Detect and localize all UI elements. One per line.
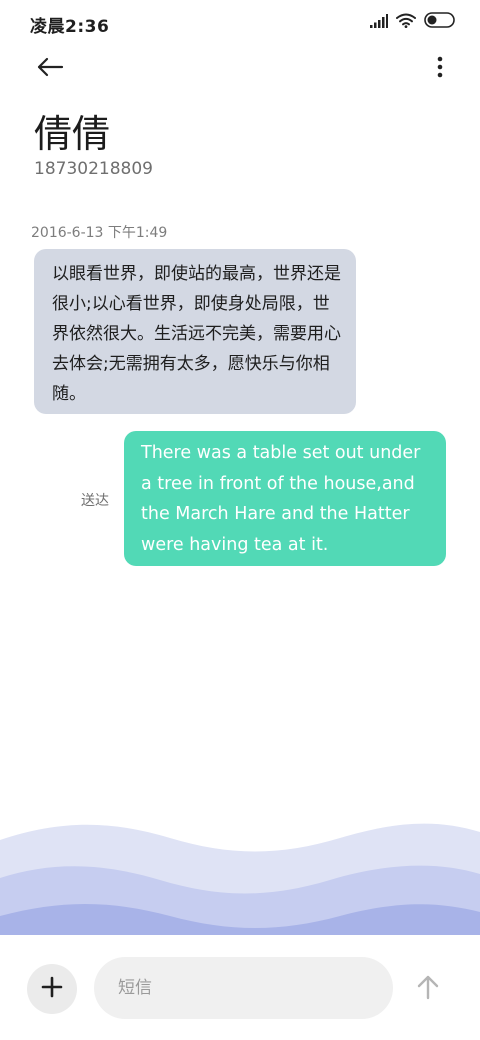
wave-decoration <box>0 823 480 936</box>
add-attachment-button[interactable] <box>27 964 77 1014</box>
signal-icon <box>370 13 388 32</box>
plus-icon <box>41 976 63 1002</box>
contact-number: 18730218809 <box>34 159 153 179</box>
sent-message-bubble[interactable]: There was a table set out under a tree i… <box>124 431 446 566</box>
back-button[interactable] <box>28 50 72 88</box>
wifi-icon <box>396 13 416 32</box>
conversation-screen: 凌晨2:36 倩倩 18730218809 2016-6-13 下午1:49 以… <box>0 0 480 1040</box>
delivery-status: 送达 <box>81 493 109 509</box>
received-message-bubble[interactable]: 以眼看世界，即使站的最高，世界还是很小;以心看世界，即使身处局限，世界依然很大。… <box>34 249 356 414</box>
composer-bar <box>0 935 480 1040</box>
arrow-up-icon <box>416 974 440 1004</box>
message-input[interactable] <box>94 957 393 1019</box>
battery-icon <box>424 12 456 32</box>
status-time: 凌晨2:36 <box>30 17 110 37</box>
status-bar: 凌晨2:36 <box>0 0 480 44</box>
send-button[interactable] <box>410 971 446 1007</box>
contact-name: 倩倩 <box>34 112 111 156</box>
more-options-button[interactable] <box>430 50 450 88</box>
message-timestamp: 2016-6-13 下午1:49 <box>31 225 168 241</box>
more-vertical-icon <box>437 56 443 82</box>
arrow-left-icon <box>36 57 64 81</box>
status-icons <box>370 12 456 32</box>
